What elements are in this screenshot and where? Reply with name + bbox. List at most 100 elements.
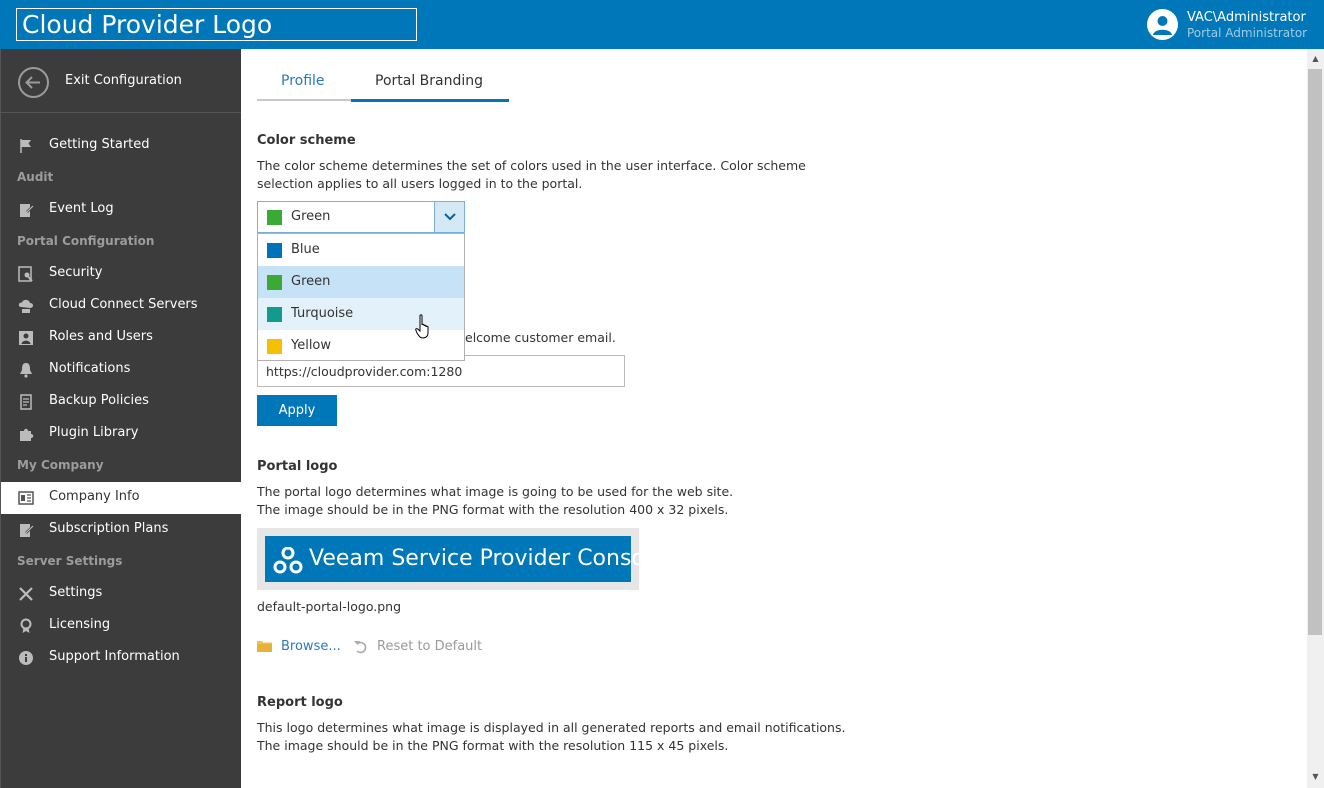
apply-button[interactable]: Apply [257, 395, 337, 426]
user-role: Portal Administrator [1187, 26, 1308, 40]
sidebar-item-cloud-connect-servers[interactable]: Cloud Connect Servers [1, 290, 242, 322]
sidebar-item-company-info[interactable]: Company Info [1, 482, 243, 514]
bell-icon [18, 362, 34, 378]
sidebar-heading-audit: Audit [17, 170, 54, 184]
sidebar-divider [1, 112, 242, 113]
sidebar-item-support-information[interactable]: Support Information [1, 642, 242, 674]
tab-bar: Profile Portal Branding [257, 73, 509, 102]
sidebar-item-label: Backup Policies [49, 393, 149, 408]
color-swatch [267, 307, 282, 322]
event-log-icon [18, 202, 34, 218]
color-swatch [267, 339, 282, 354]
portal-logo-title: Portal logo [257, 459, 338, 474]
report-logo-description-1: This logo determines what image is displ… [257, 720, 846, 735]
chevron-down-icon[interactable] [434, 202, 464, 232]
color-scheme-select[interactable]: Green [257, 201, 465, 233]
sidebar-item-label: Security [49, 265, 103, 280]
color-scheme-description-1: The color scheme determines the set of c… [257, 158, 806, 173]
sidebar-item-label: Company Info [49, 489, 140, 504]
sidebar-item-label: Subscription Plans [49, 521, 169, 536]
color-scheme-title: Color scheme [257, 133, 356, 148]
sidebar-item-licensing[interactable]: Licensing [1, 610, 242, 642]
user-avatar-icon[interactable] [1147, 9, 1178, 40]
color-option-turquoise[interactable]: Turquoise [258, 298, 464, 330]
company-icon [18, 490, 34, 506]
color-option-label: Yellow [291, 338, 332, 353]
welcome-email-description: elcome customer email. [465, 330, 616, 345]
sidebar-item-subscription-plans[interactable]: Subscription Plans [1, 514, 242, 546]
users-icon [18, 330, 34, 346]
vertical-scrollbar[interactable]: ▲ ▼ [1307, 49, 1324, 788]
report-logo-title: Report logo [257, 695, 343, 710]
color-swatch [267, 275, 282, 290]
active-tab-indicator [351, 99, 509, 102]
info-icon [18, 650, 34, 666]
sidebar-item-label: Notifications [49, 361, 131, 376]
color-option-green[interactable]: Green [258, 266, 464, 298]
license-icon [18, 618, 34, 634]
sidebar-item-label: Support Information [49, 649, 180, 664]
color-option-blue[interactable]: Blue [258, 234, 464, 266]
color-scheme-description-2: selection applies to all users logged in… [257, 176, 583, 191]
sidebar-heading-server-settings: Server Settings [17, 554, 123, 568]
sidebar-item-label: Cloud Connect Servers [49, 297, 198, 312]
portal-logo-text: Veeam Service Provider Console [309, 546, 665, 571]
color-scheme-dropdown: Blue Green Turquoise Yellow [257, 233, 465, 361]
scroll-down-arrow-icon[interactable]: ▼ [1307, 771, 1324, 783]
tab-portal-branding[interactable]: Portal Branding [375, 73, 483, 99]
user-name[interactable]: VAC\Administrator [1187, 10, 1306, 25]
sidebar-item-label: Licensing [49, 617, 111, 632]
sidebar-item-plugin-library[interactable]: Plugin Library [1, 418, 242, 450]
tools-icon [18, 586, 34, 602]
veeam-logo-icon [273, 546, 303, 574]
sidebar-item-label: Plugin Library [49, 425, 139, 440]
exit-configuration-button[interactable]: Exit Configuration [1, 49, 242, 112]
policy-icon [18, 394, 34, 410]
portal-logo-filename: default-portal-logo.png [257, 599, 402, 614]
portal-logo-image: Veeam Service Provider Console [265, 536, 665, 582]
sidebar-item-security[interactable]: Security [1, 258, 242, 290]
scroll-up-arrow-icon[interactable]: ▲ [1307, 53, 1324, 65]
sidebar-item-backup-policies[interactable]: Backup Policies [1, 386, 242, 418]
puzzle-icon [18, 426, 34, 442]
sidebar-item-roles-and-users[interactable]: Roles and Users [1, 322, 242, 354]
color-option-yellow[interactable]: Yellow [258, 330, 464, 362]
cloud-server-icon [18, 298, 34, 314]
tab-profile[interactable]: Profile [281, 73, 325, 99]
portal-logo-preview: Veeam Service Provider Console [257, 528, 665, 590]
hand-pointer-cursor-icon [415, 314, 433, 340]
sidebar-item-label: Getting Started [49, 137, 150, 152]
selected-color-value: Green [291, 209, 331, 224]
flag-icon [18, 138, 34, 154]
sidebar-item-getting-started[interactable]: Getting Started [1, 130, 242, 162]
color-option-label: Turquoise [291, 306, 354, 321]
sidebar-item-notifications[interactable]: Notifications [1, 354, 242, 386]
folder-icon [257, 640, 272, 652]
sidebar-item-label: Event Log [49, 201, 114, 216]
portal-logo-description-2: The image should be in the PNG format wi… [257, 502, 729, 517]
security-icon [18, 266, 34, 282]
selected-color-swatch [267, 210, 282, 225]
color-option-label: Blue [291, 242, 320, 257]
browse-label: Browse... [281, 639, 341, 654]
sidebar: Exit Configuration Getting Started Audit… [0, 49, 243, 788]
sidebar-item-settings[interactable]: Settings [1, 578, 242, 610]
report-logo-description-2: The image should be in the PNG format wi… [257, 738, 729, 753]
scroll-thumb[interactable] [1308, 69, 1322, 635]
back-arrow-icon [18, 67, 49, 98]
reset-to-default-label: Reset to Default [377, 639, 483, 654]
color-option-label: Green [291, 274, 331, 289]
color-swatch [267, 243, 282, 258]
sidebar-item-label: Roles and Users [49, 329, 153, 344]
undo-icon [353, 639, 369, 655]
exit-configuration-label: Exit Configuration [65, 73, 182, 88]
top-header: Cloud Provider Logo VAC\Administrator Po… [0, 0, 1324, 49]
sidebar-item-label: Settings [49, 585, 103, 600]
cloud-provider-logo: Cloud Provider Logo [16, 8, 417, 41]
subscription-icon [18, 522, 34, 538]
sidebar-heading-my-company: My Company [17, 458, 104, 472]
main-content: Profile Portal Branding Color scheme The… [241, 49, 1307, 788]
portal-logo-description-1: The portal logo determines what image is… [257, 484, 734, 499]
sidebar-item-event-log[interactable]: Event Log [1, 194, 242, 226]
sidebar-heading-portal-configuration: Portal Configuration [17, 234, 155, 248]
